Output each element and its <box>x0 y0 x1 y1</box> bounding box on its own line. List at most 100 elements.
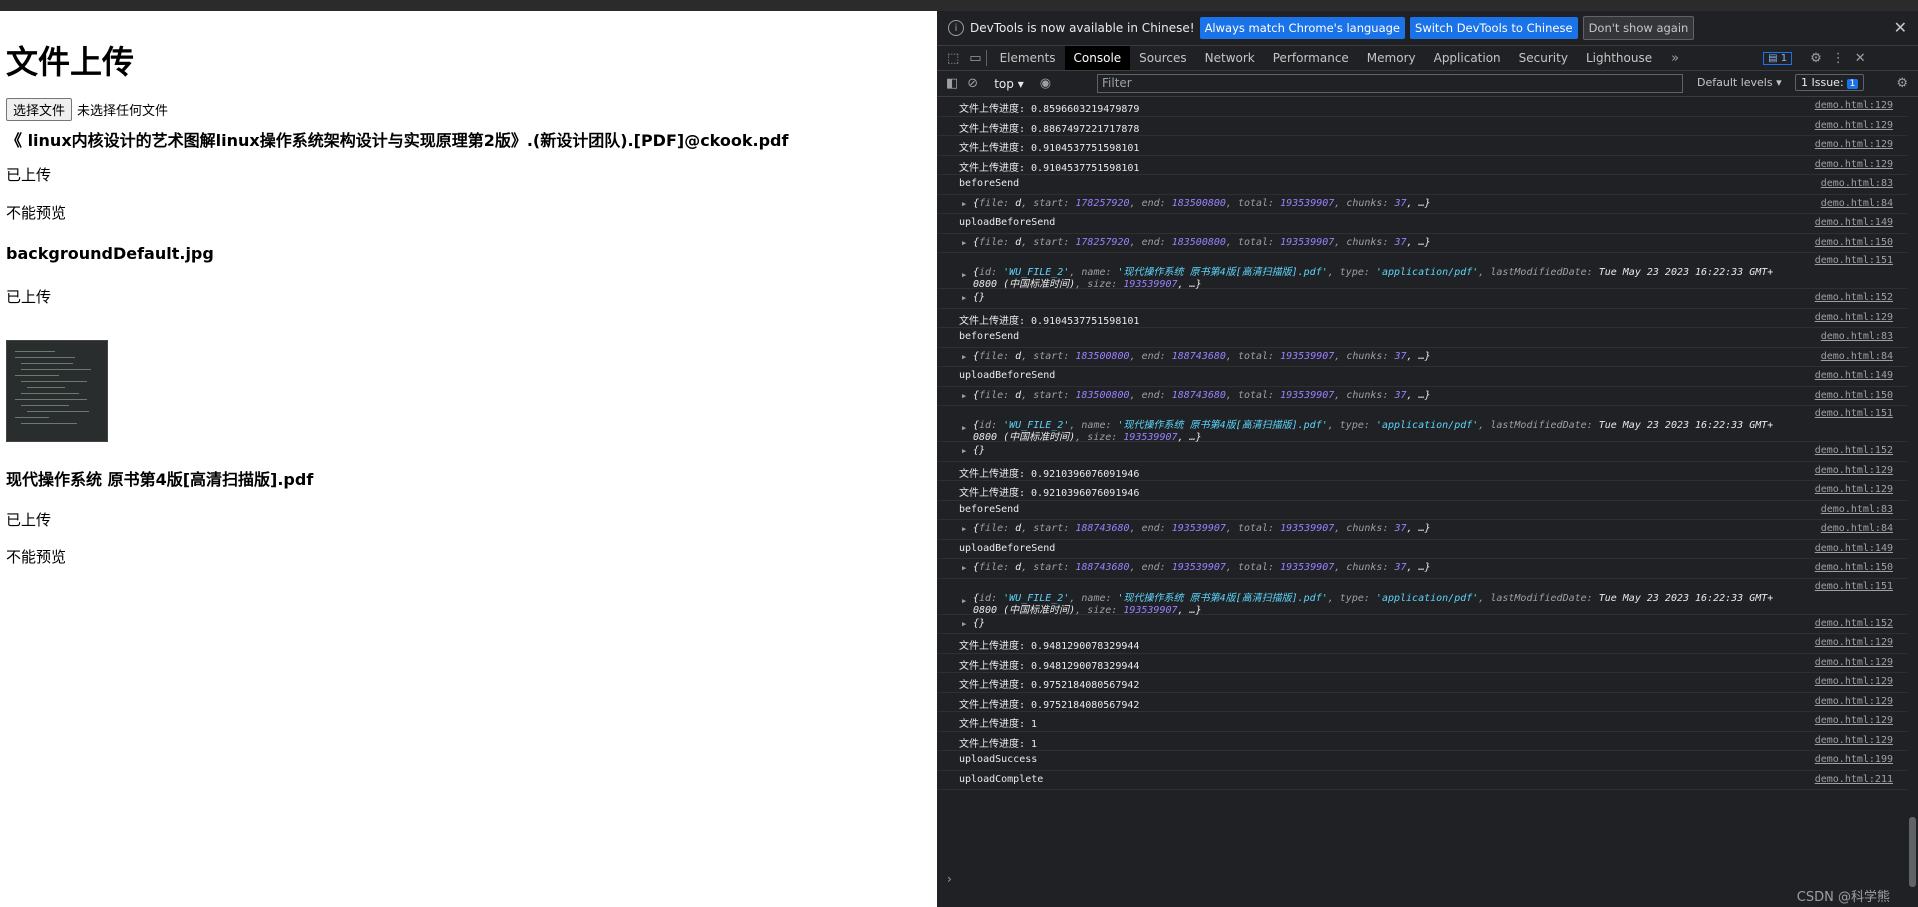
console-object[interactable]: {file: d, start: 178257920, end: 1835008… <box>973 198 1431 209</box>
close-devtools-icon[interactable]: ✕ <box>1855 51 1866 66</box>
tab-performance[interactable]: Performance <box>1264 46 1358 70</box>
brace: , …} <box>1406 389 1431 401</box>
source-link[interactable]: demo.html:149 <box>1815 370 1893 381</box>
clear-console-icon[interactable]: ⊘ <box>967 76 978 91</box>
log-levels-dropdown[interactable]: Default levels ▾ <box>1697 76 1782 89</box>
filter-input[interactable]: Filter <box>1097 74 1683 93</box>
tab-application[interactable]: Application <box>1425 46 1510 70</box>
source-link[interactable]: demo.html:129 <box>1815 657 1893 668</box>
console-row[interactable]: demo.html:150 ▶ {file: d, start: 188743680… <box>937 559 1907 579</box>
more-tabs-icon[interactable]: » <box>1671 51 1679 66</box>
console-object[interactable]: {file: d, start: 188743680, end: 1935399… <box>973 562 1431 573</box>
switch-chinese-button[interactable]: Switch DevTools to Chinese <box>1410 17 1578 39</box>
console-message: 文件上传进度: 0.9481290078329944 <box>959 660 1140 672</box>
source-link[interactable]: demo.html:84 <box>1821 198 1893 209</box>
console-row[interactable]: demo.html:150 ▶ {file: d, start: 183500800… <box>937 387 1907 406</box>
source-link[interactable]: demo.html:150 <box>1815 390 1893 401</box>
key-chunks: , chunks: <box>1334 236 1395 248</box>
console-row[interactable]: demo.html:151 ▶ {id: 'WU_FILE_2', name: '现… <box>937 253 1907 290</box>
source-link[interactable]: demo.html:129 <box>1815 715 1893 726</box>
sidebar-toggle-icon[interactable]: ◧ <box>946 76 958 91</box>
console-row[interactable]: demo.html:84 ▶ {file: d, start: 188743680,… <box>937 520 1907 540</box>
source-link[interactable]: demo.html:152 <box>1815 445 1893 456</box>
match-language-button[interactable]: Always match Chrome's language <box>1199 17 1406 39</box>
file-input[interactable]: 选择文件 未选择任何文件 <box>6 98 168 121</box>
choose-file-button[interactable]: 选择文件 <box>6 98 73 121</box>
console-object[interactable]: {} <box>973 292 985 303</box>
source-link[interactable]: demo.html:211 <box>1815 774 1893 785</box>
console-prompt-icon[interactable]: › <box>947 872 952 886</box>
console-object[interactable]: {file: d, start: 178257920, end: 1835008… <box>973 237 1431 248</box>
source-link[interactable]: demo.html:129 <box>1815 100 1893 111</box>
tab-console[interactable]: Console <box>1064 46 1131 70</box>
source-link[interactable]: demo.html:129 <box>1815 676 1893 687</box>
source-link[interactable]: demo.html:129 <box>1815 637 1893 648</box>
source-link[interactable]: demo.html:84 <box>1821 523 1893 534</box>
console-object[interactable]: {file: d, start: 183500800, end: 1887436… <box>973 390 1431 401</box>
console-scrollbar[interactable] <box>1907 97 1918 887</box>
tab-lighthouse[interactable]: Lighthouse <box>1577 46 1661 70</box>
more-options-icon[interactable]: ⋮ <box>1832 51 1845 66</box>
console-message: 文件上传进度: 0.9210396076091946 <box>959 488 1140 499</box>
console-row[interactable]: demo.html:152 ▶ {} <box>937 615 1907 634</box>
source-link[interactable]: demo.html:152 <box>1815 618 1893 629</box>
source-link[interactable]: demo.html:149 <box>1815 217 1893 228</box>
source-link[interactable]: demo.html:151 <box>1815 255 1893 266</box>
console-row[interactable]: demo.html:150 ▶ {file: d, start: 178257920… <box>937 234 1907 253</box>
tab-network[interactable]: Network <box>1196 46 1264 70</box>
val-total: 193539907 <box>1280 197 1335 209</box>
console-object[interactable]: {file: d, start: 188743680, end: 1935399… <box>973 523 1431 534</box>
context-selector[interactable]: top ▾ <box>994 77 1024 91</box>
console-row[interactable]: demo.html:84 ▶ {file: d, start: 178257920,… <box>937 195 1907 214</box>
source-link[interactable]: demo.html:149 <box>1815 543 1893 554</box>
source-link[interactable]: demo.html:83 <box>1821 504 1893 515</box>
source-link[interactable]: demo.html:150 <box>1815 237 1893 248</box>
console-row: demo.html:83 beforeSend <box>937 328 1907 348</box>
tab-memory[interactable]: Memory <box>1358 46 1425 70</box>
messages-badge[interactable]: ▤ 1 <box>1763 51 1793 65</box>
dont-show-again-button[interactable]: Don't show again <box>1582 16 1695 40</box>
source-link[interactable]: demo.html:199 <box>1815 754 1893 765</box>
scrollbar-thumb[interactable] <box>1909 817 1916 887</box>
device-toolbar-icon[interactable]: ▭ <box>969 51 981 66</box>
console-object[interactable]: {file: d, start: 183500800, end: 1887436… <box>973 351 1431 362</box>
source-link[interactable]: demo.html:129 <box>1815 696 1893 707</box>
close-icon[interactable]: ✕ <box>1894 18 1907 37</box>
tab-security[interactable]: Security <box>1510 46 1577 70</box>
source-link[interactable]: demo.html:83 <box>1821 178 1893 189</box>
key-start: , start: <box>1021 350 1076 362</box>
source-link[interactable]: demo.html:83 <box>1821 331 1893 342</box>
brace: , …} <box>1406 350 1431 362</box>
source-link[interactable]: demo.html:150 <box>1815 562 1893 573</box>
console-row[interactable]: demo.html:152 ▶ {} <box>937 442 1907 462</box>
console-row[interactable]: demo.html:152 ▶ {} <box>937 289 1907 309</box>
source-link[interactable]: demo.html:129 <box>1815 139 1893 150</box>
settings-gear-icon[interactable]: ⚙ <box>1810 51 1822 66</box>
tab-sources[interactable]: Sources <box>1130 46 1195 70</box>
source-link[interactable]: demo.html:151 <box>1815 408 1893 419</box>
source-link[interactable]: demo.html:152 <box>1815 292 1893 303</box>
console-object[interactable]: {} <box>973 618 985 629</box>
source-link[interactable]: demo.html:129 <box>1815 159 1893 170</box>
console-row: demo.html:129 文件上传进度: 0.9481290078329944 <box>937 654 1907 673</box>
tab-elements[interactable]: Elements <box>991 46 1065 70</box>
console-row: demo.html:149 uploadBeforeSend <box>937 214 1907 234</box>
eye-icon[interactable]: ◉ <box>1040 76 1051 91</box>
source-link[interactable]: demo.html:129 <box>1815 312 1893 323</box>
inspect-element-icon[interactable]: ⬚ <box>947 51 959 66</box>
source-link[interactable]: demo.html:129 <box>1815 484 1893 495</box>
source-link[interactable]: demo.html:129 <box>1815 120 1893 131</box>
console-row[interactable]: demo.html:84 ▶ {file: d, start: 183500800,… <box>937 348 1907 367</box>
source-link[interactable]: demo.html:151 <box>1815 581 1893 592</box>
key-total: , total: <box>1225 389 1281 401</box>
source-link[interactable]: demo.html:84 <box>1821 351 1893 362</box>
source-link[interactable]: demo.html:129 <box>1815 465 1893 476</box>
console-row[interactable]: demo.html:151 ▶ {id: 'WU_FILE_2', name: '现… <box>937 406 1907 443</box>
console-row: demo.html:129 文件上传进度: 0.9752184080567942 <box>937 693 1907 712</box>
console-row: demo.html:211 uploadComplete <box>937 771 1907 790</box>
console-object[interactable]: {} <box>973 445 985 456</box>
console-row[interactable]: demo.html:151 ▶ {id: 'WU_FILE_2', name: '现… <box>937 579 1907 616</box>
source-link[interactable]: demo.html:129 <box>1815 735 1893 746</box>
console-settings-icon[interactable]: ⚙ <box>1896 76 1908 91</box>
issues-button[interactable]: 1 Issue: 1 <box>1795 74 1865 91</box>
